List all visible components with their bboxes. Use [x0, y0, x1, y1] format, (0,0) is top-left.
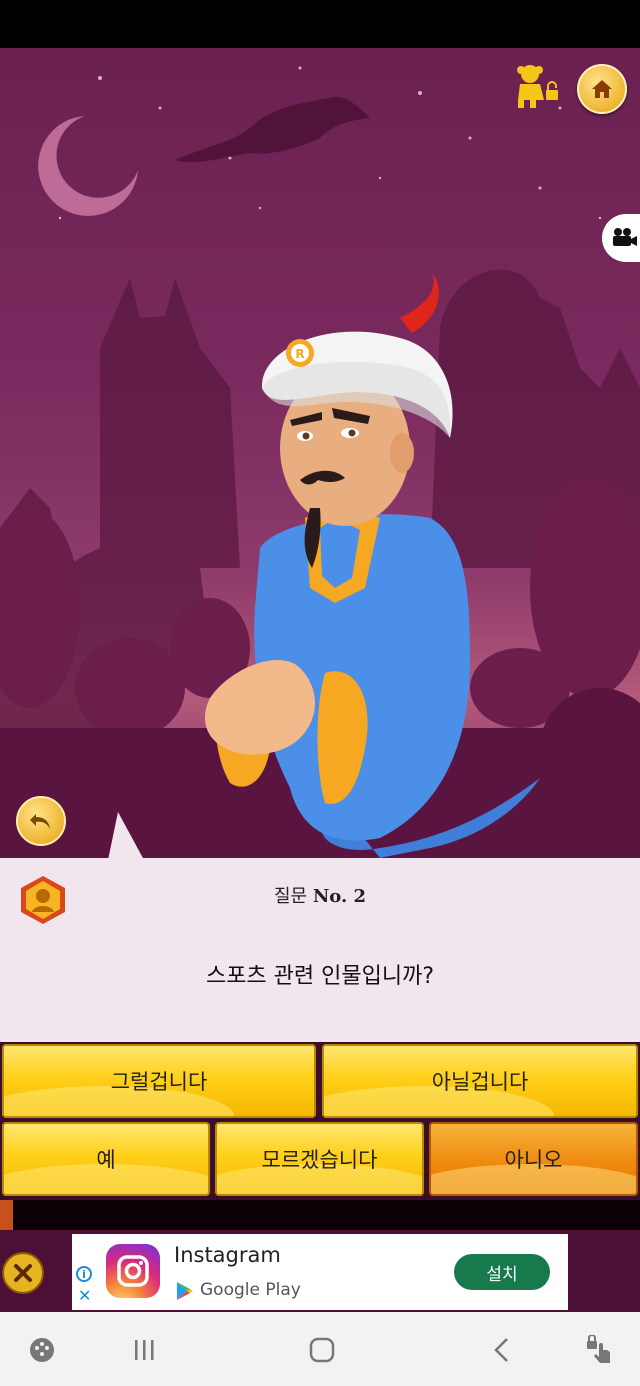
speech-bubble-tail — [108, 812, 144, 860]
ad-info-icon[interactable]: i — [76, 1266, 92, 1282]
answer-label: 아니오 — [504, 1148, 563, 1172]
genie-scene-illustration: R — [0, 66, 640, 858]
recent-apps-icon[interactable] — [124, 1328, 164, 1372]
answer-yes-button[interactable]: 예 — [2, 1122, 210, 1196]
answer-label: 모르겠습니다 — [261, 1148, 378, 1172]
back-nav-icon[interactable] — [482, 1328, 522, 1372]
answer-grid: 그럴겁니다 아닐겁니다 예 모르겠습니다 아니오 — [0, 1042, 640, 1200]
status-bar — [0, 0, 640, 48]
game-stage: R — [0, 48, 640, 858]
question-text: 스포츠 관련 인물입니까? — [205, 964, 435, 989]
ad-dismiss-icon[interactable]: ✕ — [78, 1288, 91, 1304]
undo-icon — [30, 814, 50, 829]
progress-track — [0, 1200, 640, 1230]
instagram-app-icon — [106, 1244, 160, 1298]
answer-label: 예 — [96, 1148, 116, 1172]
home-button[interactable] — [577, 64, 627, 114]
answer-no-button[interactable]: 아니오 — [429, 1122, 638, 1196]
ad-app-name: Instagram — [174, 1243, 281, 1267]
touch-lock-icon[interactable] — [578, 1328, 618, 1372]
close-icon — [14, 1264, 32, 1282]
undo-button[interactable] — [16, 796, 66, 846]
ad-close-button[interactable] — [2, 1252, 44, 1294]
google-play-icon — [176, 1281, 194, 1301]
video-camera-icon — [613, 228, 637, 246]
home-icon — [592, 80, 612, 98]
question-number: 질문 No. 2 — [0, 882, 640, 908]
progress-fill — [0, 1200, 13, 1230]
answer-probably-not-button[interactable]: 아닐겁니다 — [322, 1044, 638, 1118]
home-nav-icon[interactable] — [302, 1328, 342, 1372]
answer-label: 아닐겁니다 — [431, 1070, 529, 1094]
game-tools-icon[interactable] — [24, 1328, 60, 1372]
answer-dont-know-button[interactable]: 모르겠습니다 — [215, 1122, 424, 1196]
ad-install-button[interactable]: 설치 — [454, 1254, 550, 1290]
question-prefix: 질문 — [273, 886, 308, 907]
question-number-value: No. 2 — [312, 886, 367, 907]
answer-label: 그럴겁니다 — [110, 1070, 208, 1094]
ad-store-name: Google Play — [200, 1280, 301, 1300]
child-lock-icon[interactable] — [512, 60, 564, 112]
svg-text:R: R — [295, 347, 304, 361]
answer-probably-yes-button[interactable]: 그럴겁니다 — [2, 1044, 316, 1118]
